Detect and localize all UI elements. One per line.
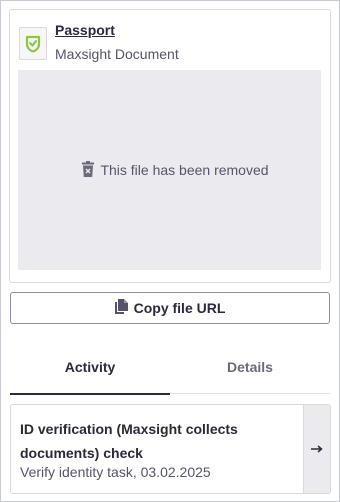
activity-subtitle: Verify identity task, 03.02.2025 <box>20 464 211 480</box>
tab-activity[interactable]: Activity <box>10 341 170 395</box>
file-preview-placeholder: This file has been removed <box>18 70 321 270</box>
copy-file-icon <box>114 299 128 317</box>
copy-file-url-label: Copy file URL <box>133 300 226 316</box>
open-activity-button[interactable] <box>303 405 330 493</box>
removed-message-text: This file has been removed <box>100 162 269 178</box>
panel: Passport Maxsight Document This file has… <box>0 0 340 502</box>
removed-message: This file has been removed <box>82 160 269 180</box>
document-title-link[interactable]: Passport <box>55 22 115 38</box>
arrow-right-icon <box>311 440 323 458</box>
shield-check-icon <box>19 27 47 60</box>
tab-bar: Activity Details <box>10 341 330 396</box>
copy-file-url-button[interactable]: Copy file URL <box>10 292 330 324</box>
activity-title: ID verification (Maxsight collects docum… <box>20 421 238 461</box>
document-card: Passport Maxsight Document This file has… <box>9 9 331 283</box>
trash-icon <box>82 160 95 180</box>
document-subtitle: Maxsight Document <box>55 46 179 62</box>
activity-item[interactable]: ID verification (Maxsight collects docum… <box>10 404 331 494</box>
tab-details[interactable]: Details <box>170 341 330 394</box>
